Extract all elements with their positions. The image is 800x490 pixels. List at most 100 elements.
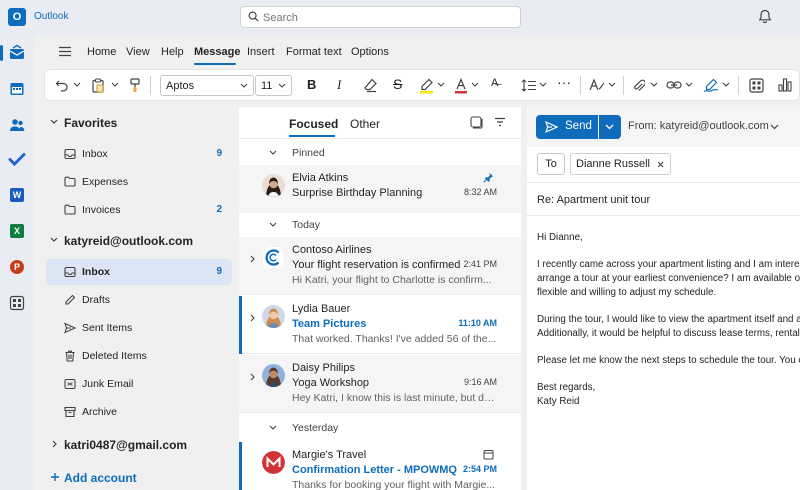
- group-label: Pinned: [292, 147, 325, 159]
- compose-header: Send From: katyreid@outlook.com: [527, 107, 800, 147]
- chevron-down-icon[interactable]: [539, 82, 547, 87]
- chevron-down-icon[interactable]: [111, 82, 119, 87]
- tab-other[interactable]: Other: [350, 117, 380, 131]
- body-line: Additionally, it would be helpful to dis…: [537, 328, 800, 339]
- text-effects-icon[interactable]: A̶: [491, 77, 498, 89]
- undo-icon[interactable]: [55, 78, 69, 92]
- search-box[interactable]: [240, 6, 521, 28]
- chevron-down-icon[interactable]: [73, 82, 81, 87]
- inbox-icon: [64, 148, 76, 160]
- tab-message[interactable]: Message: [194, 46, 240, 58]
- link-icon[interactable]: [666, 78, 682, 92]
- folder-deleted-items[interactable]: Deleted Items: [46, 343, 232, 369]
- message-item[interactable]: Contoso Airlines Your flight reservation…: [239, 237, 521, 295]
- signature-icon[interactable]: [703, 78, 719, 93]
- folder-inbox[interactable]: Inbox 9: [46, 259, 232, 285]
- people-app-icon[interactable]: [8, 116, 26, 134]
- more-apps-icon[interactable]: [8, 294, 26, 312]
- chevron-down-icon[interactable]: [471, 82, 479, 87]
- select-mode-icon[interactable]: [470, 116, 483, 129]
- message-subject: Your flight reservation is confirmed: [292, 259, 461, 271]
- folder-archive[interactable]: Archive: [46, 399, 232, 425]
- apps-icon[interactable]: [749, 78, 764, 93]
- format-painter-icon[interactable]: [129, 78, 141, 93]
- chevron-down-icon[interactable]: [770, 124, 779, 130]
- folder-label: Inbox: [82, 266, 110, 278]
- to-row: To Dianne Russell: [527, 147, 800, 183]
- powerpoint-app-icon[interactable]: P: [8, 258, 26, 276]
- insights-chart-icon[interactable]: [778, 78, 792, 92]
- bell-icon[interactable]: [758, 9, 772, 24]
- word-app-icon[interactable]: W: [8, 186, 26, 204]
- excel-app-icon[interactable]: X: [8, 222, 26, 240]
- chevron-right-icon[interactable]: [250, 314, 255, 322]
- group-header-pinned[interactable]: Pinned: [239, 141, 521, 165]
- mail-app-icon[interactable]: [0, 44, 26, 62]
- divider: [623, 76, 624, 95]
- chevron-down-icon[interactable]: [650, 82, 658, 87]
- folder-invoices[interactable]: Invoices 2: [46, 197, 232, 223]
- folder-label: Deleted Items: [82, 350, 147, 362]
- message-item[interactable]: Margie's Travel Confirmation Letter - MP…: [239, 442, 521, 490]
- todo-app-icon[interactable]: [8, 150, 26, 168]
- tab-options[interactable]: Options: [351, 46, 389, 58]
- chevron-down-icon[interactable]: [685, 82, 693, 87]
- chevron-right-icon[interactable]: [250, 255, 255, 263]
- divider: [580, 76, 581, 95]
- folder-expenses[interactable]: Expenses: [46, 169, 232, 195]
- folder-junk-email[interactable]: Junk Email: [46, 371, 232, 397]
- chevron-down-icon[interactable]: [608, 82, 616, 87]
- message-body-editor[interactable]: Hi Dianne, I recently came across your a…: [537, 231, 800, 490]
- to-button[interactable]: To: [537, 153, 565, 175]
- italic-icon[interactable]: I: [337, 77, 341, 93]
- message-preview: Thanks for booking your flight with Marg…: [292, 479, 496, 490]
- tab-focused[interactable]: Focused: [289, 117, 338, 131]
- tab-view[interactable]: View: [126, 46, 150, 58]
- search-icon: [248, 11, 259, 22]
- subject-field[interactable]: Re: Apartment unit tour: [527, 183, 800, 216]
- chevron-right-icon[interactable]: [250, 373, 255, 381]
- strikethrough-icon[interactable]: S: [393, 76, 402, 92]
- body-line: During the tour, I would like to view th…: [537, 314, 800, 325]
- more-options-icon[interactable]: ···: [557, 74, 571, 90]
- recipient-chip[interactable]: Dianne Russell: [570, 153, 671, 175]
- calendar-app-icon[interactable]: [8, 80, 26, 98]
- active-tab-indicator: [194, 63, 236, 65]
- hamburger-menu-icon[interactable]: [58, 46, 72, 57]
- group-header-today[interactable]: Today: [239, 213, 521, 237]
- from-account-selector[interactable]: From: katyreid@outlook.com: [628, 120, 769, 132]
- body-line: Please let me know the next steps to sch…: [537, 355, 800, 366]
- tab-insert[interactable]: Insert: [247, 46, 275, 58]
- send-options-button[interactable]: [599, 115, 621, 139]
- filter-icon[interactable]: [494, 117, 506, 127]
- tab-home[interactable]: Home: [87, 46, 116, 58]
- font-size-dropdown[interactable]: 11: [255, 75, 292, 96]
- folder-sent-items[interactable]: Sent Items: [46, 315, 232, 341]
- group-header-yesterday[interactable]: Yesterday: [239, 416, 521, 440]
- chevron-down-icon[interactable]: [437, 82, 445, 87]
- message-item[interactable]: Daisy Philips Yoga Workshop 9:16 AM Hey …: [239, 355, 521, 413]
- bold-icon[interactable]: B: [307, 77, 316, 92]
- pin-icon[interactable]: [483, 172, 494, 183]
- folder-drafts[interactable]: Drafts: [46, 287, 232, 313]
- tab-format-text[interactable]: Format text: [286, 46, 342, 58]
- font-name-dropdown[interactable]: Aptos: [160, 75, 254, 96]
- message-sender: Elvia Atkins: [292, 172, 349, 184]
- clear-format-icon[interactable]: [363, 78, 378, 93]
- send-button[interactable]: Send: [536, 115, 598, 139]
- tab-help[interactable]: Help: [161, 46, 184, 58]
- message-item[interactable]: Lydia Bauer Team Pictures 11:10 AM That …: [239, 296, 521, 354]
- send-label: Send: [565, 120, 592, 132]
- font-color-icon[interactable]: [454, 78, 468, 94]
- attach-icon[interactable]: [633, 78, 645, 93]
- paste-icon[interactable]: [91, 78, 105, 93]
- chevron-down-icon[interactable]: [722, 82, 730, 87]
- search-input[interactable]: [263, 10, 503, 25]
- remove-recipient-icon[interactable]: [657, 161, 664, 168]
- line-spacing-icon[interactable]: [521, 78, 537, 93]
- styles-icon[interactable]: [589, 78, 605, 92]
- highlight-icon[interactable]: [419, 78, 434, 94]
- folder-favorites-inbox[interactable]: Inbox 9: [46, 141, 232, 167]
- trash-icon: [64, 350, 76, 362]
- ribbon-toolbar: Aptos 11 B I S A̶ ···: [44, 69, 800, 101]
